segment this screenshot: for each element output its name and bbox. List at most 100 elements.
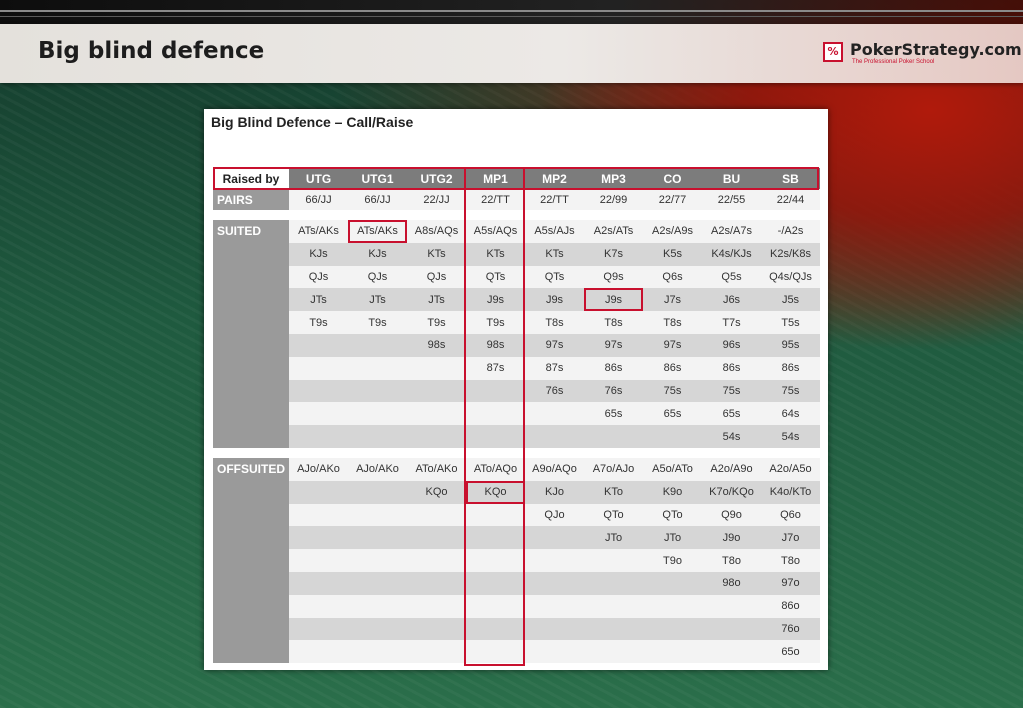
suited-cell [289, 402, 348, 426]
offsuited-cell [407, 526, 466, 550]
offsuited-label [213, 526, 289, 550]
suited-cell: 54s [702, 425, 761, 448]
gap-cell [407, 210, 466, 220]
suited-cell: K2s/K8s [761, 242, 820, 266]
suited-cell: K5s [643, 242, 702, 266]
top-rule-thin [0, 16, 1023, 17]
col-header-utg2: UTG2 [407, 168, 466, 189]
suited-cell [466, 379, 525, 403]
logo-tagline: The Professional Poker School [852, 59, 935, 65]
offsuited-cell: 97o [761, 571, 820, 595]
suited-cell: A2s/A9s [643, 220, 702, 243]
offsuited-row: OFFSUITED AJo/AKo AJo/AKo ATo/AKo ATo/AQo A9o… [213, 457, 820, 481]
suited-label: SUITED [213, 220, 289, 243]
suited-cell: A2s/A7s [702, 220, 761, 243]
raised-by-label: Raised by [213, 168, 289, 189]
suited-cell [289, 333, 348, 357]
suited-cell: ATs/AKs [348, 220, 407, 243]
offsuited-cell [525, 549, 584, 572]
offsuited-cell: K4o/KTo [761, 480, 820, 504]
suited-cell: 65s [584, 402, 643, 426]
offsuited-cell [289, 503, 348, 527]
gap-cell [702, 447, 761, 458]
offsuited-cell: 98o [702, 571, 761, 595]
pairs-cell: 66/JJ [289, 189, 348, 210]
col-header-mp3: MP3 [584, 168, 643, 189]
suited-cell: KJs [348, 242, 407, 266]
offsuited-cell: QJo [525, 503, 584, 527]
offsuited-cell [525, 640, 584, 664]
gap-cell [761, 447, 820, 458]
suited-cell: T9s [289, 311, 348, 334]
suited-cell [289, 425, 348, 448]
suited-cell: 86s [584, 356, 643, 380]
gap-cell [525, 447, 584, 458]
offsuited-cell: ATo/AQo [466, 457, 525, 481]
suited-cell [643, 425, 702, 448]
offsuited-cell: A7o/AJo [584, 457, 643, 481]
offsuited-cell: A2o/A5o [761, 457, 820, 481]
gap-cell [348, 447, 407, 458]
offsuited-cell [643, 640, 702, 664]
offsuited-row: 98o 97o [213, 571, 820, 595]
gap-cell [643, 210, 702, 220]
suited-row: 98s 98s 97s 97s 97s 96s 95s [213, 333, 820, 357]
pairs-cell: 22/JJ [407, 189, 466, 210]
suited-row: T9s T9s T9s T9s T8s T8s T8s T7s T5s [213, 311, 820, 334]
gap-cell [348, 210, 407, 220]
offsuited-cell [584, 549, 643, 572]
offsuited-cell [584, 617, 643, 641]
offsuited-cell [643, 594, 702, 618]
offsuited-cell: A2o/A9o [702, 457, 761, 481]
offsuited-cell [584, 571, 643, 595]
suited-cell: KTs [466, 242, 525, 266]
gap-cell [702, 210, 761, 220]
pairs-cell: 22/77 [643, 189, 702, 210]
offsuited-cell: QTo [643, 503, 702, 527]
offsuited-label [213, 594, 289, 618]
offsuited-label: OFFSUITED [213, 457, 289, 481]
offsuited-cell [702, 594, 761, 618]
pairs-cell: 22/TT [525, 189, 584, 210]
offsuited-cell [407, 594, 466, 618]
slide-title: Big blind defence [38, 38, 265, 64]
suited-label [213, 242, 289, 266]
offsuited-cell [466, 617, 525, 641]
suited-cell: -/A2s [761, 220, 820, 243]
top-bar [0, 0, 1023, 24]
suited-cell: T9s [466, 311, 525, 334]
pairs-label: PAIRS [213, 189, 289, 210]
offsuited-cell [466, 526, 525, 550]
offsuited-cell [525, 571, 584, 595]
offsuited-cell: T8o [761, 549, 820, 572]
suited-cell: Q6s [643, 265, 702, 289]
offsuited-cell: ATo/AKo [407, 457, 466, 481]
suited-cell [348, 402, 407, 426]
offsuited-cell [348, 549, 407, 572]
offsuited-cell: JTo [584, 526, 643, 550]
suited-cell: Q4s/QJs [761, 265, 820, 289]
suited-label [213, 402, 289, 426]
suited-cell: J9s [584, 288, 643, 312]
suited-cell: J6s [702, 288, 761, 312]
offsuited-cell [466, 503, 525, 527]
offsuited-cell: AJo/AKo [289, 457, 348, 481]
suited-cell: QJs [289, 265, 348, 289]
suited-cell: A5s/AQs [466, 220, 525, 243]
offsuited-label [213, 571, 289, 595]
suited-label [213, 311, 289, 334]
suited-cell [466, 425, 525, 448]
offsuited-cell [348, 526, 407, 550]
suited-cell: J7s [643, 288, 702, 312]
suited-cell: T9s [407, 311, 466, 334]
suited-cell: 87s [466, 356, 525, 380]
offsuited-cell [702, 617, 761, 641]
suited-row: 65s 65s 65s 64s [213, 402, 820, 426]
suited-row: 76s 76s 75s 75s 75s [213, 379, 820, 403]
pairs-cell: 22/44 [761, 189, 820, 210]
suited-cell: Q5s [702, 265, 761, 289]
suited-cell: 96s [702, 333, 761, 357]
pairs-row: PAIRS 66/JJ 66/JJ 22/JJ 22/TT 22/TT 22/99 22/77… [213, 189, 820, 210]
slide-header: Big blind defence % PokerStrategy.com Th… [0, 24, 1023, 83]
col-header-mp2: MP2 [525, 168, 584, 189]
